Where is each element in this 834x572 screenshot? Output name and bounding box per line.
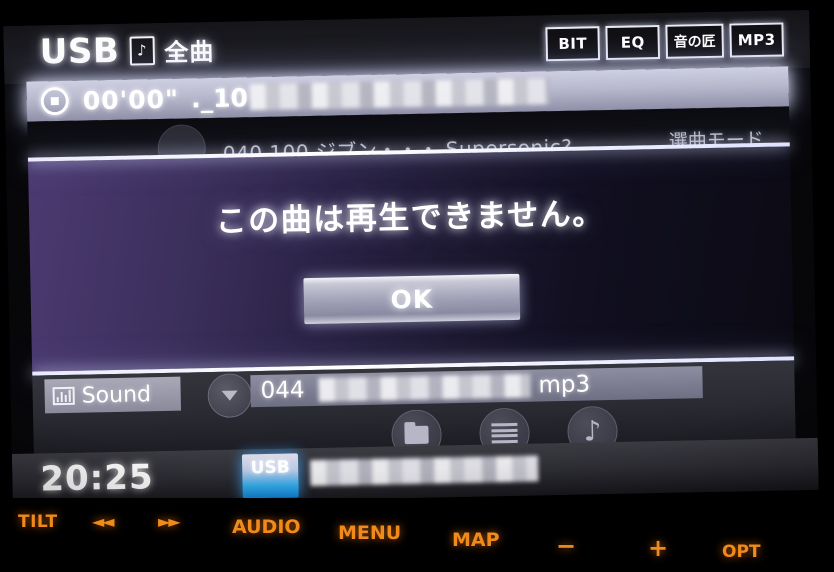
play-mode-label: 全曲 [164, 37, 215, 67]
stop-icon [40, 86, 70, 116]
file-extension-label: mp3 [538, 371, 591, 399]
hardkey-opt[interactable]: OPT [722, 542, 761, 562]
source-label: USB [39, 30, 120, 73]
hardkey-volume-up[interactable]: + [648, 534, 668, 562]
now-playing-track-number: 044 [260, 377, 305, 405]
status-badge-oto-no-takumi[interactable]: 音の匠 [665, 23, 725, 59]
folder-icon [404, 425, 429, 445]
status-badge-eq[interactable]: EQ [605, 24, 661, 61]
redacted-source-name [310, 455, 539, 487]
status-badge-bit[interactable]: BIT [545, 26, 601, 62]
list-icon [491, 422, 518, 444]
usb-source-tag-label: USB [250, 457, 290, 479]
redacted-filename [249, 78, 551, 111]
clock-display: 20:25 [39, 457, 154, 500]
hardkey-menu[interactable]: MENU [338, 522, 401, 544]
usb-source-tag[interactable]: USB [241, 453, 299, 499]
dialog-message: この曲は再生できません。 [215, 196, 606, 240]
hardkey-next-track[interactable]: ►► [158, 512, 181, 531]
error-dialog: この曲は再生できません。 OK [27, 142, 795, 376]
status-badges: BIT EQ 音の匠 MP3 [545, 22, 785, 62]
ok-button[interactable]: OK [303, 273, 521, 325]
chevron-down-icon[interactable] [207, 373, 253, 419]
sound-button-label: Sound [81, 381, 152, 409]
status-badge-mp3[interactable]: MP3 [729, 22, 785, 58]
redacted-track-title [318, 373, 531, 402]
elapsed-time: 00'00" [82, 84, 180, 116]
filename-prefix: ._10 [190, 82, 249, 113]
hardkey-audio[interactable]: AUDIO [232, 516, 301, 538]
music-note-icon: ♪ [129, 35, 155, 66]
hardkey-previous-track[interactable]: ◄◄ [92, 512, 115, 531]
source-title-group: USB ♪ 全曲 [39, 29, 215, 73]
hardkey-map[interactable]: MAP [452, 529, 500, 551]
lcd-screen: USB ♪ 全曲 BIT EQ 音の匠 MP3 00'00" ._10 040 … [3, 9, 819, 507]
now-playing-bar: 044 mp3 [250, 366, 703, 408]
hardware-key-row: TILT ◄◄ ►► AUDIO MENU MAP − + OPT [0, 498, 834, 572]
hardkey-volume-down[interactable]: − [556, 532, 576, 560]
hardkey-tilt[interactable]: TILT [18, 512, 58, 532]
ok-button-label: OK [390, 284, 434, 314]
sound-button[interactable]: Sound [44, 376, 182, 414]
equalizer-icon [52, 386, 75, 406]
head-unit-photo: USB ♪ 全曲 BIT EQ 音の匠 MP3 00'00" ._10 040 … [0, 0, 834, 572]
